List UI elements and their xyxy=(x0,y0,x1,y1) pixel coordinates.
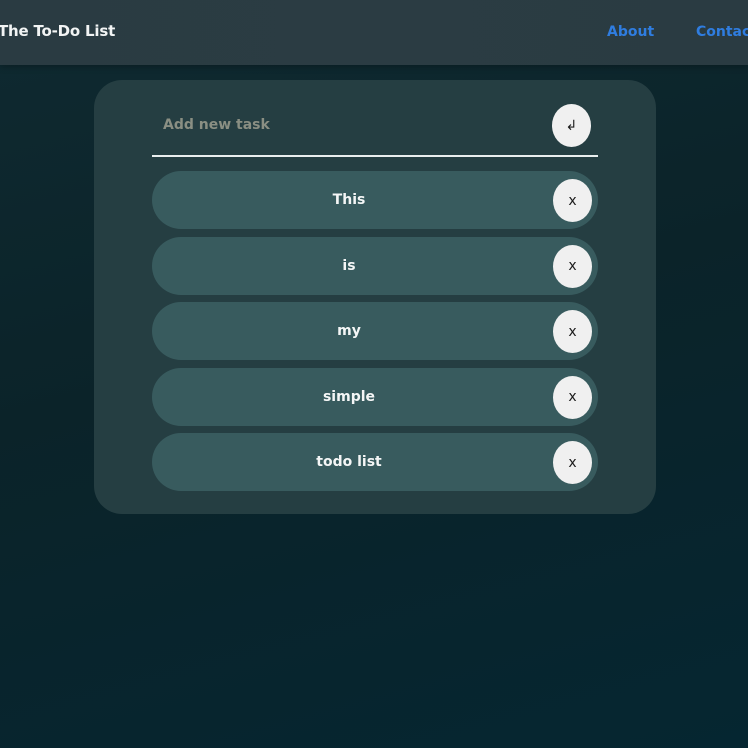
task-list: This x is x my x simple x todo list x xyxy=(152,171,598,499)
task-text: todo list xyxy=(316,454,382,470)
nav-link-contact[interactable]: Contact xyxy=(696,24,748,40)
delete-task-button[interactable]: x xyxy=(553,375,592,419)
delete-task-button[interactable]: x xyxy=(553,244,592,288)
nav-link-about[interactable]: About xyxy=(607,24,654,40)
task-text: my xyxy=(337,323,361,339)
add-task-button[interactable]: ↲ xyxy=(552,104,591,147)
task-text: This xyxy=(332,192,366,208)
task-item: This x xyxy=(152,171,598,229)
navbar: The To-Do List About Contact xyxy=(0,0,748,65)
new-task-input[interactable] xyxy=(152,102,542,148)
task-item: simple x xyxy=(152,367,598,426)
add-task-form: ↲ xyxy=(152,102,598,157)
todo-card: ↲ This x is x my x simple x todo list x xyxy=(94,80,656,514)
task-item: todo list x xyxy=(152,433,598,491)
task-item: is x xyxy=(152,236,598,295)
task-text: simple xyxy=(322,388,376,405)
delete-task-button[interactable]: x xyxy=(553,179,592,222)
brand-title: The To-Do List xyxy=(0,22,116,40)
delete-task-button[interactable]: x xyxy=(553,310,592,353)
task-text: is xyxy=(342,257,356,274)
enter-icon: ↲ xyxy=(565,117,578,134)
task-item: my x xyxy=(152,302,598,360)
delete-task-button[interactable]: x xyxy=(553,441,592,484)
